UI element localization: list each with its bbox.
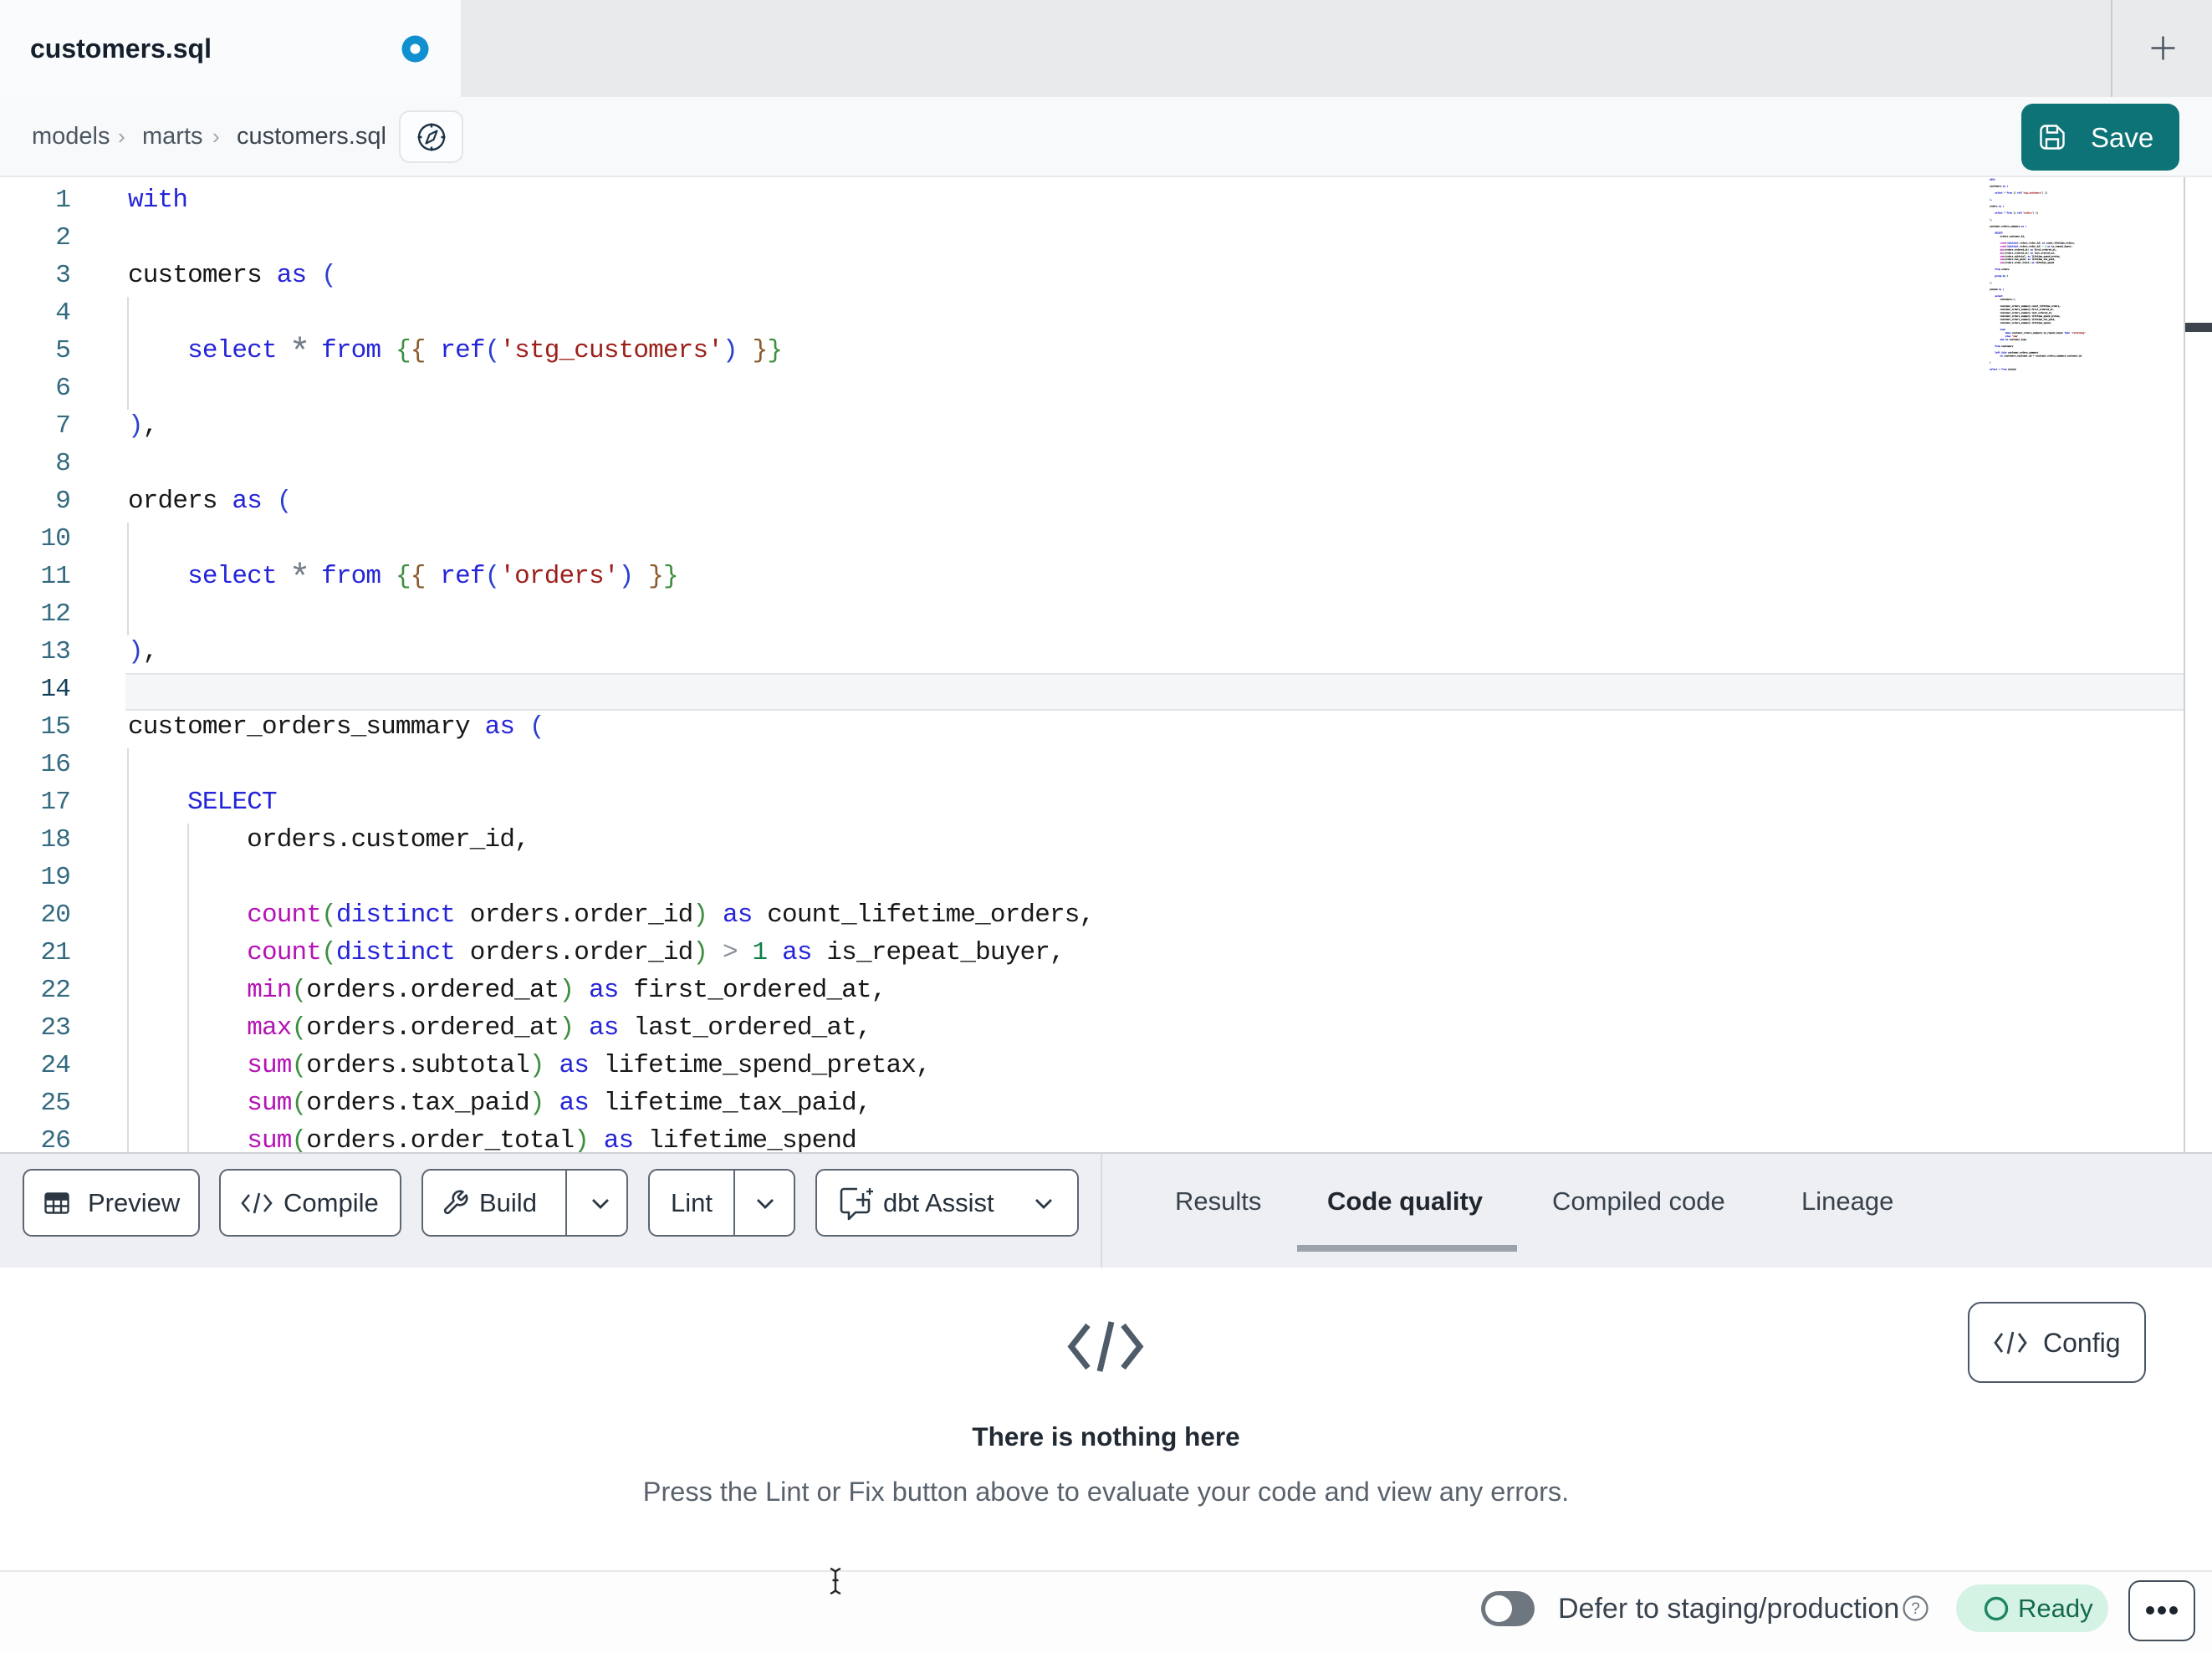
svg-text:?: ? xyxy=(1911,1600,1920,1618)
